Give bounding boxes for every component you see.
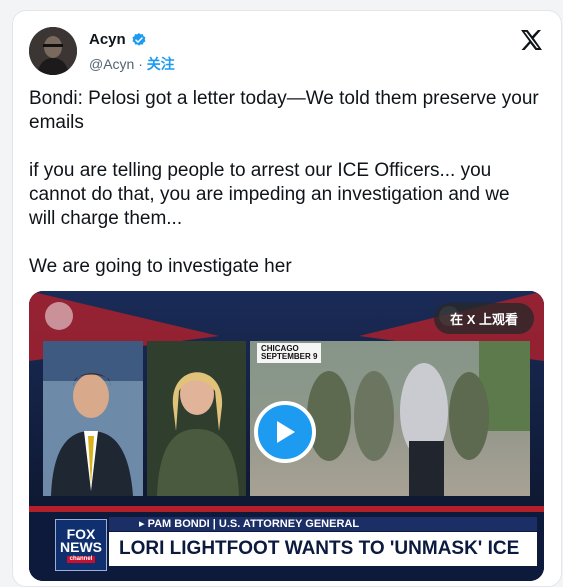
watch-on-x-button[interactable]: 在 X 上观看 <box>434 303 534 334</box>
author-handle[interactable]: @Acyn <box>89 56 134 72</box>
headline-banner: LORI LIGHTFOOT WANTS TO 'UNMASK' ICE <box>109 532 537 566</box>
tweet-card: Acyn @Acyn · 关注 Bondi: Pelosi got a lett… <box>12 10 562 587</box>
tweet-paragraph: We are going to investigate her <box>29 256 292 277</box>
separator: · <box>138 56 143 72</box>
author-name-row: Acyn <box>89 31 147 48</box>
location-date: SEPTEMBER 9 <box>261 352 318 361</box>
fox-news-logo: FOX NEWS channel <box>55 519 107 571</box>
x-logo-icon[interactable] <box>519 28 543 52</box>
lower-third: FOX NEWS channel ▸ PAM BONDI | U.S. ATTO… <box>55 514 537 574</box>
logo-line: NEWS <box>60 538 102 555</box>
tweet-text: Bondi: Pelosi got a letter today—We told… <box>29 87 539 303</box>
follow-button[interactable]: 关注 <box>147 56 175 72</box>
play-icon <box>277 421 295 443</box>
video-player[interactable]: CHICAGO SEPTEMBER 9 在 X 上观看 FOX NEWS cha… <box>29 291 544 581</box>
play-button[interactable] <box>254 401 316 463</box>
author-handle-row: @Acyn · 关注 <box>89 54 175 74</box>
logo-line: channel <box>66 555 96 563</box>
author-display-name[interactable]: Acyn <box>89 31 126 48</box>
location-tag: CHICAGO SEPTEMBER 9 <box>257 343 322 363</box>
tweet-paragraph: if you are telling people to arrest our … <box>29 160 510 229</box>
avatar[interactable] <box>29 27 77 75</box>
name-strap: ▸ PAM BONDI | U.S. ATTORNEY GENERAL <box>109 517 537 531</box>
verified-badge-icon <box>132 32 146 46</box>
tweet-paragraph: Bondi: Pelosi got a letter today—We told… <box>29 88 539 133</box>
